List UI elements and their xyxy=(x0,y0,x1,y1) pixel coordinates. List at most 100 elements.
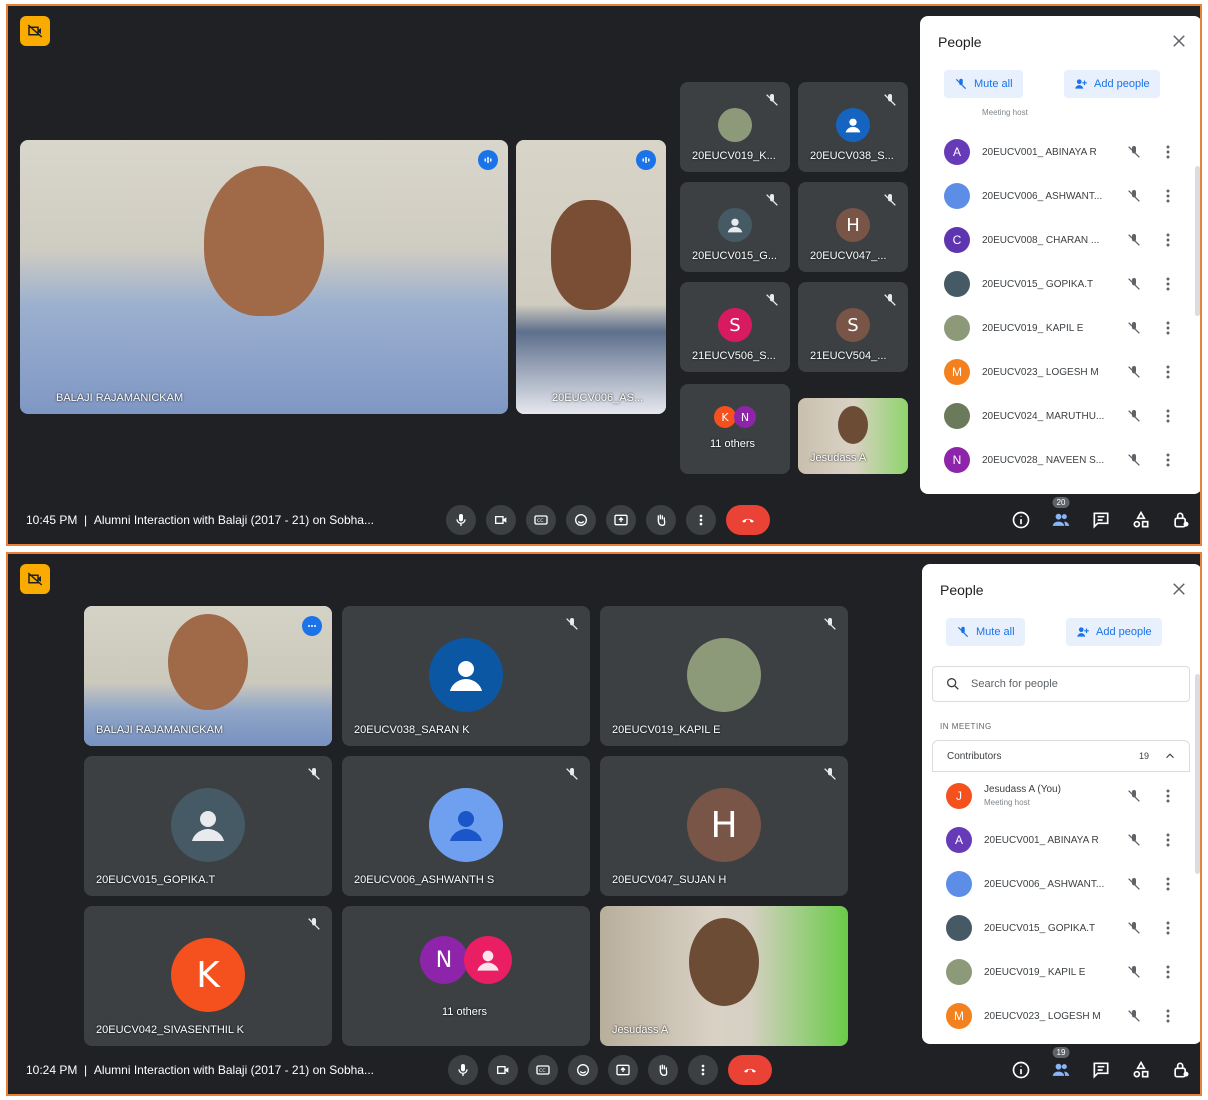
end-call-button[interactable] xyxy=(728,1055,772,1085)
mic-off-icon[interactable] xyxy=(1126,364,1142,380)
activities-button[interactable] xyxy=(1130,509,1152,531)
more-icon[interactable] xyxy=(1166,409,1170,423)
camera-off-badge[interactable] xyxy=(20,564,50,594)
mic-off-icon[interactable] xyxy=(1126,408,1142,424)
activities-button[interactable] xyxy=(1130,1059,1152,1081)
end-call-button[interactable] xyxy=(726,505,770,535)
chat-button[interactable] xyxy=(1090,509,1112,531)
info-button[interactable] xyxy=(1010,509,1032,531)
camera-button[interactable] xyxy=(488,1055,518,1085)
participant-row[interactable]: 20EUCV019_ KAPIL E xyxy=(920,306,1200,350)
mic-off-icon[interactable] xyxy=(1126,320,1142,336)
video-tile-host[interactable]: BALAJI RAJAMANICKAM xyxy=(84,606,332,746)
mute-all-button[interactable]: Mute all xyxy=(944,70,1023,98)
video-tile[interactable]: 20EUCV015_GOPIKA.T xyxy=(84,756,332,896)
add-people-button[interactable]: Add people xyxy=(1064,70,1160,98)
info-button[interactable] xyxy=(1010,1059,1032,1081)
video-tile-small[interactable]: H 20EUCV047_... xyxy=(798,182,908,272)
video-tile-small[interactable]: 20EUCV019_K... xyxy=(680,82,790,172)
video-tile[interactable]: H 20EUCV047_SUJAN H xyxy=(600,756,848,896)
more-icon[interactable] xyxy=(1166,277,1170,291)
more-icon[interactable] xyxy=(1166,789,1170,803)
more-icon[interactable] xyxy=(1166,233,1170,247)
video-tile-speaker[interactable]: 20EUCV006_AS... xyxy=(516,140,666,414)
mic-button[interactable] xyxy=(446,505,476,535)
participant-row[interactable]: A 20EUCV001_ ABINAYA R xyxy=(920,130,1200,174)
video-tile-small[interactable]: 20EUCV015_G... xyxy=(680,182,790,272)
more-icon[interactable] xyxy=(1166,365,1170,379)
video-tile-host[interactable]: BALAJI RAJAMANICKAM xyxy=(20,140,508,414)
scrollbar[interactable] xyxy=(1195,166,1200,316)
host-controls-button[interactable] xyxy=(1170,1059,1192,1081)
mic-button[interactable] xyxy=(448,1055,478,1085)
more-icon[interactable] xyxy=(1166,145,1170,159)
chevron-up-icon[interactable] xyxy=(1163,749,1177,763)
participant-row[interactable]: 20EUCV015_ GOPIKA.T xyxy=(920,262,1200,306)
captions-button[interactable]: CC xyxy=(528,1055,558,1085)
more-icon[interactable] xyxy=(1166,1009,1170,1023)
captions-button[interactable]: CC xyxy=(526,505,556,535)
participant-row[interactable]: 20EUCV006_ ASHWANT... xyxy=(920,174,1200,218)
camera-off-badge[interactable] xyxy=(20,16,50,46)
mic-off-icon[interactable] xyxy=(1126,876,1142,892)
video-tile[interactable]: 20EUCV019_KAPIL E xyxy=(600,606,848,746)
more-options-button[interactable] xyxy=(688,1055,718,1085)
host-controls-button[interactable] xyxy=(1170,509,1192,531)
more-icon[interactable] xyxy=(1166,921,1170,935)
mic-off-icon[interactable] xyxy=(1126,788,1142,804)
others-tile[interactable]: N 11 others xyxy=(342,906,590,1046)
people-button[interactable]: 19 xyxy=(1050,1047,1072,1081)
mic-off-icon[interactable] xyxy=(1126,832,1142,848)
mic-off-icon[interactable] xyxy=(1126,452,1142,468)
participant-row[interactable]: N 20EUCV028_ NAVEEN S... xyxy=(920,438,1200,482)
people-button[interactable]: 20 xyxy=(1050,497,1072,531)
participant-row[interactable]: 20EUCV024_ MARUTHU... xyxy=(920,394,1200,438)
participant-row[interactable]: 20EUCV015_ GOPIKA.T xyxy=(922,906,1200,950)
participant-row[interactable]: A 20EUCV001_ ABINAYA R xyxy=(922,818,1200,862)
video-tile-small[interactable]: 20EUCV038_S... xyxy=(798,82,908,172)
mic-off-icon[interactable] xyxy=(1126,920,1142,936)
video-tile[interactable]: K 20EUCV042_SIVASENTHIL K xyxy=(84,906,332,1046)
scrollbar[interactable] xyxy=(1195,674,1200,874)
close-icon[interactable] xyxy=(1170,32,1188,50)
emoji-button[interactable] xyxy=(566,505,596,535)
mic-off-icon[interactable] xyxy=(1126,1008,1142,1024)
search-input[interactable]: Search for people xyxy=(971,678,1058,690)
self-tile[interactable]: Jesudass A xyxy=(798,398,908,474)
participant-row[interactable]: 20EUCV019_ KAPIL E xyxy=(922,950,1200,994)
present-button[interactable] xyxy=(606,505,636,535)
mic-off-icon[interactable] xyxy=(1126,188,1142,204)
more-icon[interactable] xyxy=(1166,189,1170,203)
self-tile[interactable]: Jesudass A xyxy=(600,906,848,1046)
more-options-button[interactable] xyxy=(686,505,716,535)
others-tile[interactable]: K N 11 others xyxy=(680,384,790,474)
mute-all-button[interactable]: Mute all xyxy=(946,618,1025,646)
mic-off-icon[interactable] xyxy=(1126,232,1142,248)
mic-off-icon[interactable] xyxy=(1126,276,1142,292)
more-icon[interactable] xyxy=(1166,321,1170,335)
camera-button[interactable] xyxy=(486,505,516,535)
more-icon[interactable] xyxy=(1166,877,1170,891)
close-icon[interactable] xyxy=(1170,580,1188,598)
participant-row[interactable]: C 20EUCV008_ CHARAN ... xyxy=(920,218,1200,262)
emoji-button[interactable] xyxy=(568,1055,598,1085)
more-icon[interactable] xyxy=(1166,453,1170,467)
mic-off-icon[interactable] xyxy=(1126,144,1142,160)
raise-hand-button[interactable] xyxy=(646,505,676,535)
participant-row[interactable]: M 20EUCV023_ LOGESH M xyxy=(922,994,1200,1038)
search-box[interactable]: Search for people xyxy=(932,666,1190,702)
participant-row[interactable]: J Jesudass A (You) Meeting host xyxy=(922,774,1200,818)
video-tile[interactable]: 20EUCV038_SARAN K xyxy=(342,606,590,746)
mic-off-icon[interactable] xyxy=(1126,964,1142,980)
more-icon[interactable] xyxy=(1166,833,1170,847)
video-tile[interactable]: 20EUCV006_ASHWANTH S xyxy=(342,756,590,896)
present-button[interactable] xyxy=(608,1055,638,1085)
video-tile-small[interactable]: S 21EUCV504_... xyxy=(798,282,908,372)
participant-row[interactable]: 20EUCV006_ ASHWANT... xyxy=(922,862,1200,906)
raise-hand-button[interactable] xyxy=(648,1055,678,1085)
add-people-button[interactable]: Add people xyxy=(1066,618,1162,646)
chat-button[interactable] xyxy=(1090,1059,1112,1081)
more-icon[interactable] xyxy=(1166,965,1170,979)
participant-row[interactable]: M 20EUCV023_ LOGESH M xyxy=(920,350,1200,394)
contributors-group[interactable]: Contributors 19 xyxy=(932,740,1190,772)
